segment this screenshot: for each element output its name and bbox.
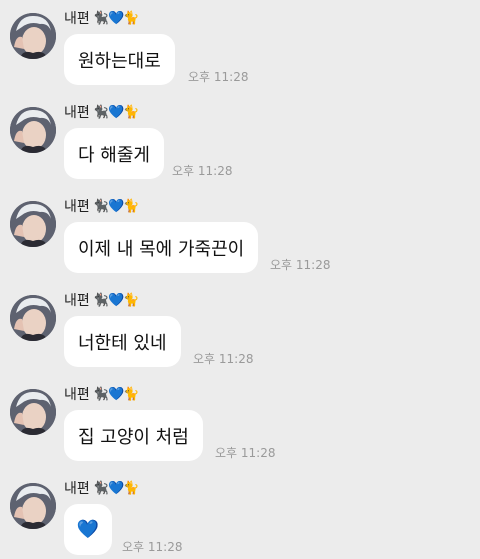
sender-name-text: 내편 (64, 199, 90, 215)
message-text: 이제 내 목에 가죽끈이 (78, 238, 245, 260)
sender-name-text: 내편 (64, 11, 90, 27)
message-text: 집 고양이 처럼 (78, 426, 189, 448)
sender-emoji: 🐈‍⬛💙🐈 (92, 481, 140, 496)
sender-name-text: 내편 (64, 293, 90, 309)
blue-heart-icon: 💙 (76, 519, 100, 540)
message-bubble[interactable]: 이제 내 목에 가죽끈이 (64, 222, 259, 273)
sender-name-text: 내편 (64, 481, 90, 497)
message-row: 내편 🐈‍⬛💙🐈 집 고양이 처럼 오후 11:28 (0, 376, 480, 464)
timestamp: 오후 11:28 (122, 540, 183, 554)
message-bubble[interactable]: 너한테 있네 (64, 316, 181, 367)
sender-name-text: 내편 (64, 105, 90, 121)
sender-emoji: 🐈‍⬛💙🐈 (92, 11, 140, 26)
message-bubble[interactable]: 다 해줄게 (64, 128, 164, 179)
sender-name: 내편 🐈‍⬛💙🐈 (64, 103, 140, 123)
sender-name: 내편 🐈‍⬛💙🐈 (64, 479, 140, 499)
sender-name: 내편 🐈‍⬛💙🐈 (64, 9, 140, 29)
message-row: 내편 🐈‍⬛💙🐈 이제 내 목에 가죽끈이 오후 11:28 (0, 188, 480, 276)
sender-name: 내편 🐈‍⬛💙🐈 (64, 197, 140, 217)
sender-name-text: 내편 (64, 387, 90, 403)
sender-emoji: 🐈‍⬛💙🐈 (92, 105, 140, 120)
avatar[interactable] (10, 201, 56, 247)
sender-emoji: 🐈‍⬛💙🐈 (92, 293, 140, 308)
avatar[interactable] (10, 295, 56, 341)
message-row: 내편 🐈‍⬛💙🐈 원하는대로 오후 11:28 (0, 0, 480, 88)
message-row: 내편 🐈‍⬛💙🐈 다 해줄게 오후 11:28 (0, 94, 480, 182)
sender-emoji: 🐈‍⬛💙🐈 (92, 199, 140, 214)
timestamp: 오후 11:28 (270, 258, 331, 272)
timestamp: 오후 11:28 (215, 446, 276, 460)
avatar[interactable] (10, 483, 56, 529)
sender-name: 내편 🐈‍⬛💙🐈 (64, 291, 140, 311)
message-bubble[interactable]: 원하는대로 (64, 34, 175, 85)
message-text: 너한테 있네 (78, 332, 167, 354)
message-text: 원하는대로 (78, 50, 161, 72)
message-bubble[interactable]: 집 고양이 처럼 (64, 410, 203, 461)
message-text: 다 해줄게 (78, 144, 150, 166)
sender-emoji: 🐈‍⬛💙🐈 (92, 387, 140, 402)
message-bubble[interactable]: 💙 (64, 504, 112, 555)
avatar[interactable] (10, 389, 56, 435)
chat-thread: 내편 🐈‍⬛💙🐈 원하는대로 오후 11:28 내편 🐈‍⬛💙🐈 다 해줄게 오… (0, 0, 480, 559)
timestamp: 오후 11:28 (193, 352, 254, 366)
message-row: 내편 🐈‍⬛💙🐈 너한테 있네 오후 11:28 (0, 282, 480, 370)
timestamp: 오후 11:28 (172, 164, 233, 178)
message-row: 내편 🐈‍⬛💙🐈 💙 오후 11:28 (0, 470, 480, 558)
avatar[interactable] (10, 13, 56, 59)
avatar[interactable] (10, 107, 56, 153)
sender-name: 내편 🐈‍⬛💙🐈 (64, 385, 140, 405)
timestamp: 오후 11:28 (188, 70, 249, 84)
